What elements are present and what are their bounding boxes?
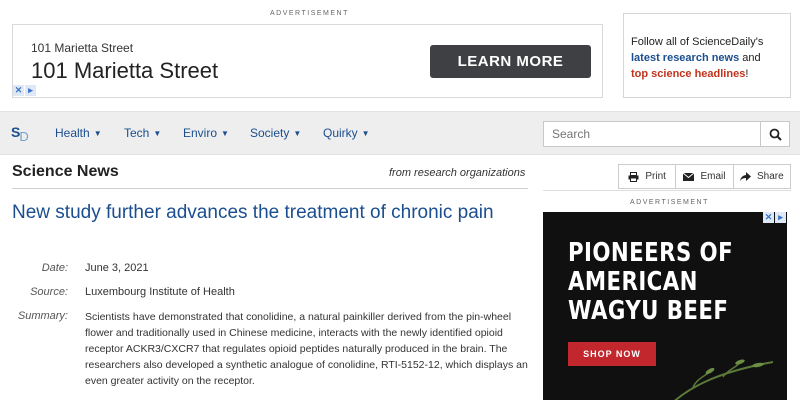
print-icon <box>628 171 639 182</box>
learn-more-button[interactable]: LEARN MORE <box>430 45 591 78</box>
adchoices-icon[interactable]: ✕ ▸ <box>13 85 37 97</box>
caret-down-icon: ▼ <box>93 129 102 138</box>
ad-big-text: 101 Marietta Street <box>31 58 219 83</box>
share-bar: Print Email Share <box>618 164 791 189</box>
follow-text: Follow all of ScienceDaily's <box>631 36 764 48</box>
search-input[interactable] <box>543 121 761 147</box>
caret-down-icon: ▼ <box>361 129 370 138</box>
right-ad-label: ADVERTISEMENT <box>630 199 709 206</box>
divider <box>543 190 791 191</box>
shop-now-button[interactable]: SHOP NOW <box>568 342 656 366</box>
source-value: Luxembourg Institute of Health <box>85 286 235 298</box>
ad-small-text: 101 Marietta Street <box>31 41 134 55</box>
top-banner-ad[interactable]: 101 Marietta Street 101 Marietta Street … <box>12 24 603 98</box>
print-button[interactable]: Print <box>619 165 677 188</box>
nav-item-enviro[interactable]: Enviro ▼ <box>183 126 229 140</box>
section-title: Science News <box>12 163 119 180</box>
adchoices-icon[interactable]: ✕ ▸ <box>763 212 786 223</box>
summary-label: Summary: <box>17 310 68 322</box>
caret-down-icon: ▼ <box>153 129 162 138</box>
nav-item-quirky[interactable]: Quirky ▼ <box>323 126 370 140</box>
nav-item-tech[interactable]: Tech ▼ <box>124 126 161 140</box>
top-headlines-link[interactable]: top science headlines <box>631 68 745 80</box>
site-logo[interactable]: SD <box>11 124 30 144</box>
source-label: Source: <box>30 286 68 298</box>
share-icon <box>739 171 751 181</box>
ad-headline: PIONEERS OF AMERICAN WAGYU BEEF <box>568 238 734 326</box>
follow-box: Follow all of ScienceDaily's latest rese… <box>623 13 791 98</box>
caret-down-icon: ▼ <box>221 129 229 138</box>
right-display-ad[interactable]: PIONEERS OF AMERICAN WAGYU BEEF SHOP NOW… <box>543 212 787 400</box>
email-button[interactable]: Email <box>676 165 734 188</box>
date-label: Date: <box>41 262 68 274</box>
caret-down-icon: ▼ <box>293 129 302 138</box>
herb-sprig-image <box>674 359 774 400</box>
email-icon <box>683 172 695 181</box>
follow-end: ! <box>745 68 749 80</box>
top-ad-label: ADVERTISEMENT <box>270 10 349 17</box>
divider <box>12 188 528 189</box>
summary-text: Scientists have demonstrated that conoli… <box>85 311 528 387</box>
follow-and: and <box>739 52 761 64</box>
share-button[interactable]: Share <box>734 165 790 188</box>
nav-item-health[interactable]: Health ▼ <box>55 126 102 140</box>
search-icon <box>769 128 782 141</box>
latest-news-link[interactable]: latest research news <box>631 52 739 64</box>
from-organizations: from research organizations <box>389 167 526 179</box>
search-button[interactable] <box>761 121 790 147</box>
article-headline: New study further advances the treatment… <box>12 202 494 223</box>
nav-item-society[interactable]: Society ▼ <box>250 126 301 140</box>
main-nav: SD Health ▼ Tech ▼ Enviro ▼ Society ▼ Quirky… <box>0 111 800 155</box>
date-value: June 3, 2021 <box>85 262 149 274</box>
